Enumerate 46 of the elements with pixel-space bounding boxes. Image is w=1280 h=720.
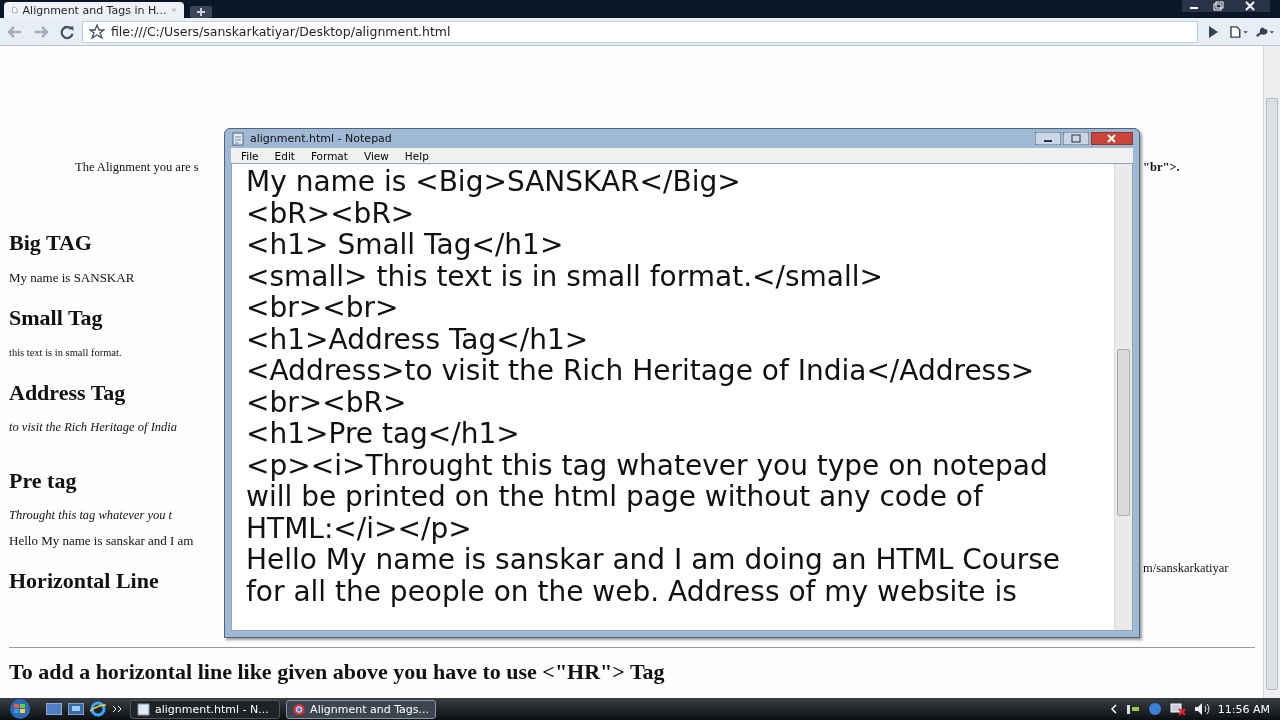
chevron-icon[interactable] — [112, 704, 124, 714]
scrollbar[interactable] — [1114, 164, 1132, 630]
paragraph-text: "br">. — [1143, 160, 1180, 175]
minimize-icon[interactable] — [1035, 132, 1061, 145]
page-text: m/sanskarkatiyar — [1143, 561, 1229, 576]
menu-item[interactable]: View — [355, 149, 397, 162]
circle-icon[interactable] — [1147, 702, 1162, 716]
star-icon[interactable] — [89, 23, 105, 40]
menu-item[interactable]: Format — [302, 149, 356, 162]
clock[interactable]: 11:56 AM — [1217, 702, 1270, 716]
page-heading: Address Tag — [9, 380, 127, 405]
browser-tab[interactable]: Alignment and Tags in H... — [4, 2, 184, 18]
page-text: My name is SANSKAR — [9, 270, 136, 285]
menu-item[interactable]: Help — [396, 149, 437, 162]
notepad-icon — [231, 131, 245, 146]
new-tab-button[interactable] — [190, 6, 212, 18]
page-heading: To add a horizontal line like given above you have to use <"HR"> Tag — [9, 659, 665, 685]
address-bar[interactable]: file:///C:/Users/sanskarkatiyar/Desktop/alignment.html — [82, 20, 1198, 43]
page-heading: Horizontal Line — [9, 568, 160, 593]
page-heading: Big TAG — [9, 230, 93, 255]
minimize-icon[interactable] — [1182, 0, 1206, 12]
window-switch-icon[interactable] — [68, 703, 84, 715]
scrollbar[interactable] — [1263, 46, 1280, 698]
window-title: alignment.html - Notepad — [250, 132, 392, 145]
taskbar-button[interactable]: Alignment and Tags... — [286, 699, 436, 719]
volume-icon[interactable] — [1193, 702, 1210, 716]
close-icon[interactable] — [1230, 0, 1270, 12]
page-icon — [12, 4, 18, 16]
taskbar-button[interactable]: alignment.html - N... — [130, 699, 280, 719]
paragraph-text: The Alignment you are s — [75, 160, 199, 175]
page-text: this text is in small format. — [9, 346, 123, 360]
close-icon[interactable] — [1091, 132, 1133, 145]
page-text: Throught this tag whatever you t — [9, 508, 174, 523]
page-heading: Pre tag — [9, 468, 78, 493]
page-heading: Small Tag — [9, 305, 104, 330]
page-text: Hello My name is sanskar and I am — [9, 533, 195, 548]
globe-icon — [293, 702, 306, 716]
notepad-icon — [137, 702, 150, 716]
network-icon[interactable] — [1169, 702, 1186, 716]
page-text: to visit the Rich Heritage of India — [9, 420, 179, 435]
menu-item[interactable]: Edit — [266, 149, 303, 162]
plus-icon — [197, 8, 205, 16]
chevron-left-icon[interactable] — [1109, 704, 1118, 714]
browser-icon[interactable] — [90, 701, 106, 717]
tray-icon[interactable] — [1125, 703, 1140, 715]
menu-item[interactable]: File — [233, 149, 267, 162]
